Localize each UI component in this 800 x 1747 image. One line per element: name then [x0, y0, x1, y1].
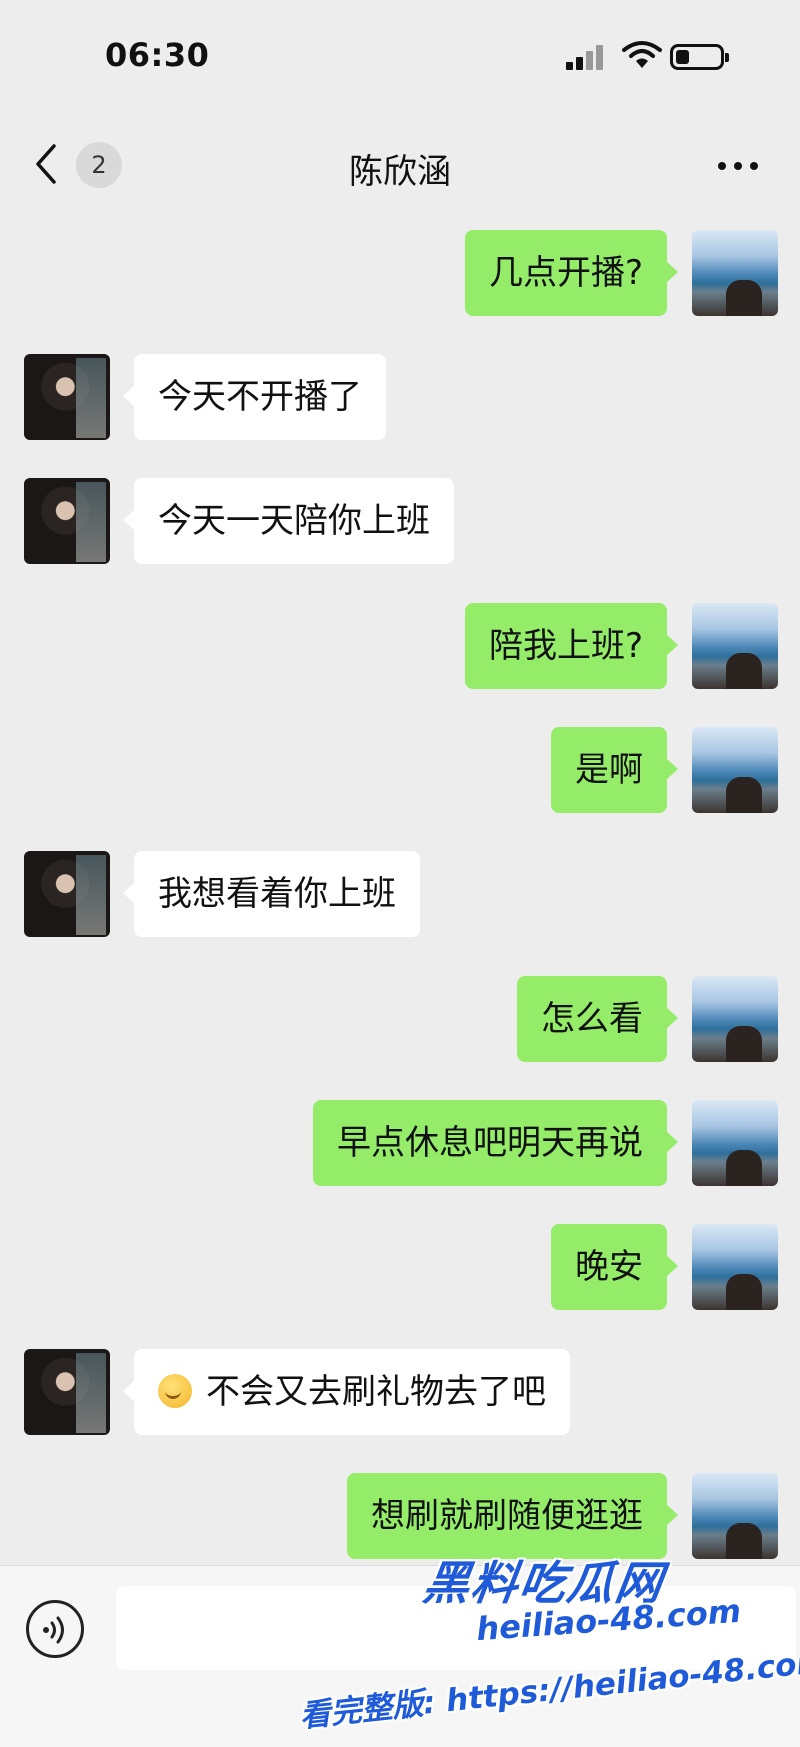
message-bubble[interactable]: 今天一天陪你上班 [123, 478, 454, 564]
message-bubble[interactable]: 晚安 [551, 1224, 678, 1310]
status-time: 06:30 [105, 36, 210, 74]
message-text: 晚安 [575, 1247, 643, 1287]
outgoing-message: 陪我上班? [0, 603, 800, 691]
voice-icon [43, 1616, 64, 1644]
my-avatar[interactable] [692, 230, 778, 316]
message-bubble[interactable]: 陪我上班? [464, 603, 679, 689]
message-text: 陪我上班? [488, 626, 643, 666]
message-bubble[interactable]: 想刷就刷随便逛逛 [347, 1473, 678, 1559]
message-bubble[interactable]: 怎么看 [517, 976, 678, 1062]
contact-avatar[interactable] [24, 851, 110, 937]
outgoing-message: 晚安 [0, 1224, 800, 1312]
message-bubble[interactable]: 不会又去刷礼物去了吧 [123, 1349, 570, 1435]
message-bubble[interactable]: 是啊 [551, 727, 678, 813]
incoming-message: 今天不开播了 [0, 354, 800, 442]
incoming-message: 今天一天陪你上班 [0, 478, 800, 566]
message-bubble[interactable]: 我想看着你上班 [123, 851, 420, 937]
message-text: 今天不开播了 [158, 377, 362, 417]
outgoing-message: 是啊 [0, 727, 800, 815]
status-bar: 06:30 [0, 0, 800, 110]
input-bar [0, 1565, 800, 1747]
message-text: 是啊 [575, 750, 643, 790]
more-options-button[interactable] [712, 144, 768, 184]
battery-icon [670, 44, 729, 70]
outgoing-message: 几点开播? [0, 230, 800, 318]
my-avatar[interactable] [692, 603, 778, 689]
message-bubble[interactable]: 几点开播? [464, 230, 679, 316]
message-input[interactable] [116, 1586, 796, 1670]
message-text: 我想看着你上班 [158, 874, 396, 914]
message-text: 几点开播? [488, 253, 643, 293]
message-text: 早点休息吧明天再说 [337, 1123, 643, 1163]
message-text: 今天一天陪你上班 [158, 501, 430, 541]
outgoing-message: 怎么看 [0, 976, 800, 1064]
battery-fill [676, 50, 689, 64]
outgoing-message: 想刷就刷随便逛逛 [0, 1473, 800, 1561]
message-text: 不会又去刷礼物去了吧 [206, 1372, 546, 1412]
outgoing-message: 早点休息吧明天再说 [0, 1100, 800, 1188]
wifi-icon [622, 40, 662, 70]
contact-avatar[interactable] [24, 354, 110, 440]
my-avatar[interactable] [692, 976, 778, 1062]
my-avatar[interactable] [692, 1100, 778, 1186]
voice-input-button[interactable] [26, 1600, 84, 1658]
message-bubble[interactable]: 早点休息吧明天再说 [313, 1100, 678, 1186]
signal-icon [566, 44, 610, 70]
message-text: 怎么看 [541, 999, 643, 1039]
unread-count-badge: 2 [76, 142, 122, 188]
incoming-message: 我想看着你上班 [0, 851, 800, 939]
message-bubble[interactable]: 今天不开播了 [123, 354, 386, 440]
contact-avatar[interactable] [24, 1349, 110, 1435]
contact-avatar[interactable] [24, 478, 110, 564]
my-avatar[interactable] [692, 1473, 778, 1559]
chevron-left-icon [36, 144, 56, 184]
my-avatar[interactable] [692, 1224, 778, 1310]
incoming-message: 不会又去刷礼物去了吧 [0, 1349, 800, 1437]
chat-header: 2 陈欣涵 [0, 120, 800, 210]
message-text: 想刷就刷随便逛逛 [371, 1496, 643, 1536]
my-avatar[interactable] [692, 727, 778, 813]
thinking-face-icon [158, 1373, 192, 1408]
back-button[interactable] [32, 142, 76, 190]
